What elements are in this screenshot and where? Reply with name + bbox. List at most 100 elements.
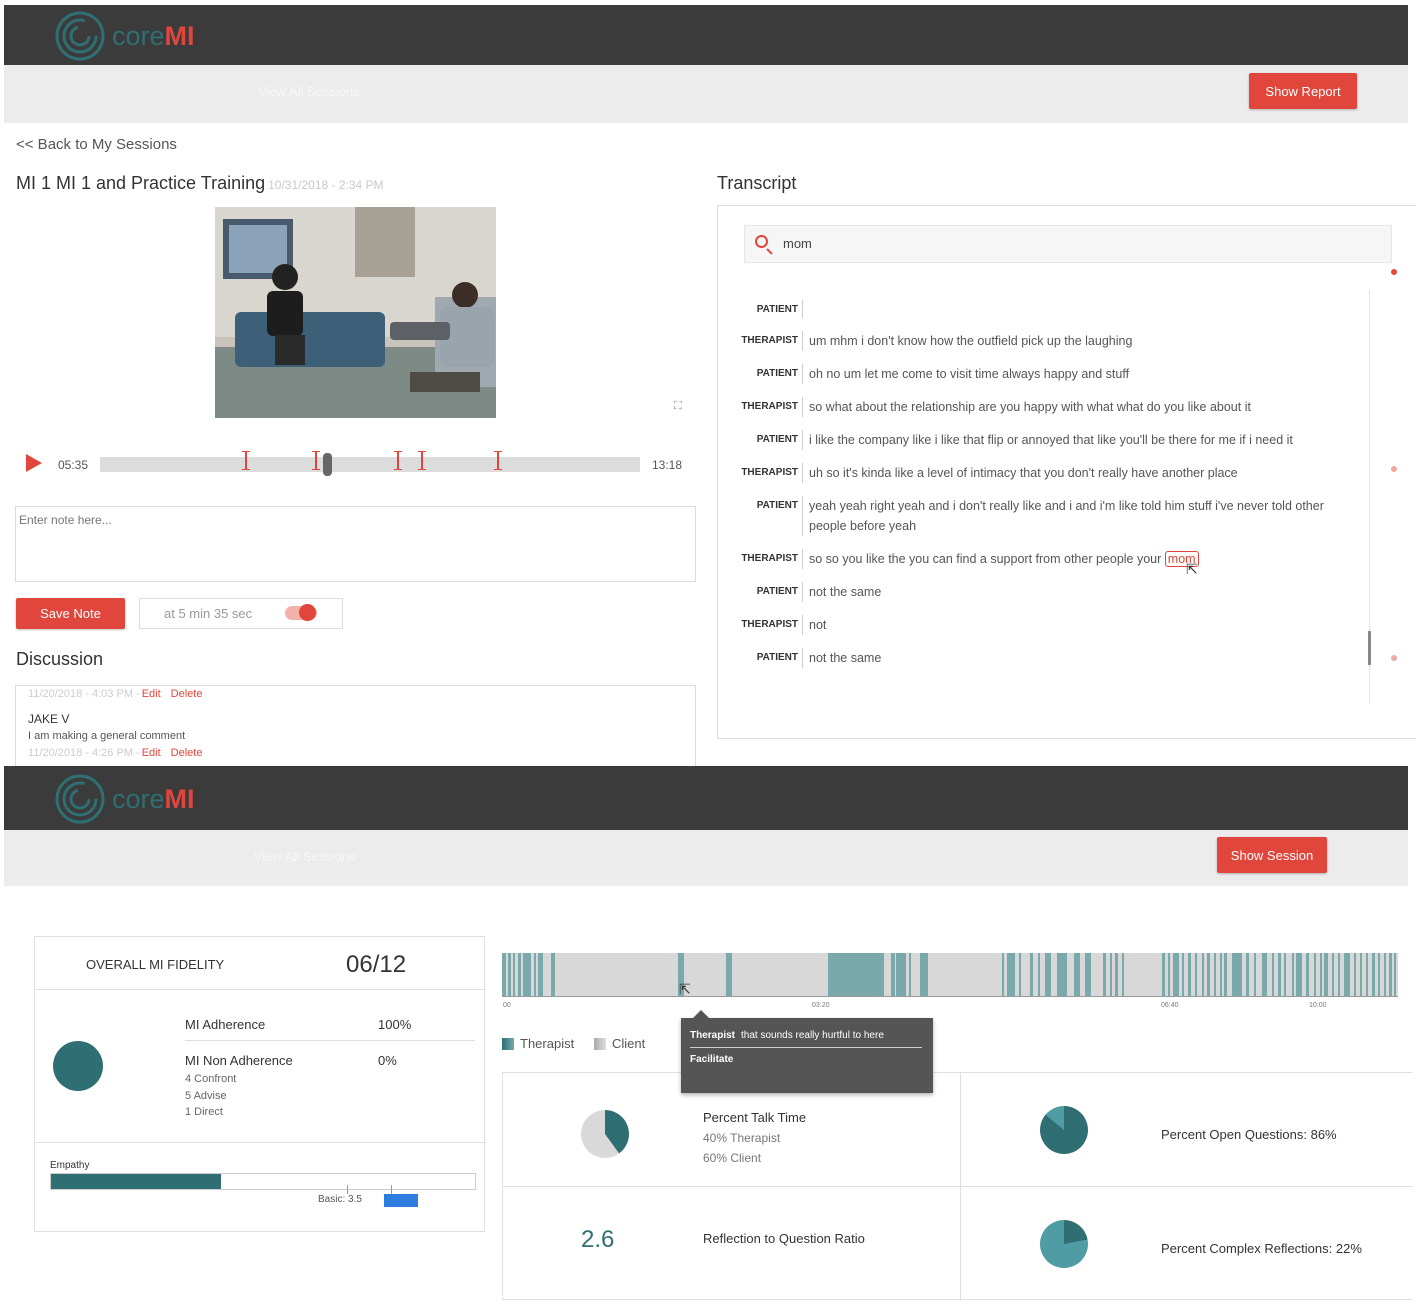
fullscreen-icon[interactable]: ⛶ bbox=[674, 400, 682, 413]
timeline-utterance[interactable] bbox=[1182, 953, 1184, 996]
timeline-utterance[interactable] bbox=[1344, 953, 1350, 996]
timeline-utterance[interactable] bbox=[1232, 953, 1242, 996]
timeline-utterance[interactable] bbox=[828, 953, 884, 996]
view-all-sessions-link[interactable]: View All Sessions bbox=[254, 849, 356, 864]
timeline-utterance[interactable] bbox=[1372, 953, 1375, 996]
timeline-utterance[interactable] bbox=[523, 953, 531, 996]
back-to-sessions-link[interactable]: << Back to My Sessions bbox=[16, 136, 177, 153]
timeline-utterance[interactable] bbox=[551, 953, 555, 996]
timeline-utterance[interactable] bbox=[508, 953, 511, 996]
timeline-utterance[interactable] bbox=[1389, 953, 1392, 996]
timeline-utterance[interactable] bbox=[1394, 953, 1396, 996]
transcript-row[interactable]: PATIENT not the same bbox=[724, 648, 1364, 668]
match-indicator[interactable] bbox=[1391, 655, 1397, 661]
timeline-utterance[interactable] bbox=[1220, 953, 1222, 996]
transcript-row[interactable]: THERAPIST so what about the relationship … bbox=[724, 397, 1364, 417]
timeline-utterance[interactable] bbox=[518, 953, 521, 996]
timeline-utterance[interactable] bbox=[1122, 953, 1124, 996]
timeline-utterance[interactable] bbox=[1366, 953, 1368, 996]
timeline-utterance[interactable] bbox=[1188, 953, 1191, 996]
note-marker[interactable] bbox=[242, 451, 250, 470]
timeline-utterance[interactable] bbox=[1214, 953, 1216, 996]
transcript-scroll-thumb[interactable] bbox=[1368, 631, 1371, 665]
timeline-utterance[interactable] bbox=[1057, 953, 1067, 996]
transcript-row[interactable]: PATIENT not the same bbox=[724, 582, 1364, 602]
transcript-search[interactable] bbox=[744, 225, 1392, 263]
timeline-utterance[interactable] bbox=[1030, 953, 1033, 996]
edit-link[interactable]: Edit bbox=[142, 747, 161, 759]
show-report-button[interactable]: Show Report bbox=[1249, 73, 1357, 109]
transcript-row[interactable]: THERAPIST um mhm i don't know how the out… bbox=[724, 331, 1364, 351]
timeline-utterance[interactable] bbox=[1168, 953, 1170, 996]
timeline-utterance[interactable] bbox=[1338, 953, 1340, 996]
timeline-utterance[interactable] bbox=[1074, 953, 1080, 996]
timeline-utterance[interactable] bbox=[538, 953, 543, 996]
timeline-utterance[interactable] bbox=[1296, 953, 1302, 996]
timeline-utterance[interactable] bbox=[1207, 953, 1210, 996]
timeline-utterance[interactable] bbox=[1224, 953, 1227, 996]
note-marker[interactable] bbox=[494, 451, 502, 470]
play-icon[interactable] bbox=[26, 454, 42, 472]
timeline-utterance[interactable] bbox=[1103, 953, 1106, 996]
timeline-utterance[interactable] bbox=[1324, 953, 1328, 996]
transcript-row[interactable]: THERAPIST uh so it's kinda like a level o… bbox=[724, 463, 1364, 483]
timeline-utterance[interactable] bbox=[891, 953, 895, 996]
timeline-utterance[interactable] bbox=[513, 953, 515, 996]
note-marker[interactable] bbox=[312, 451, 320, 470]
timeline-utterance[interactable] bbox=[896, 953, 906, 996]
timeline-utterance[interactable] bbox=[1314, 953, 1316, 996]
transcript-row[interactable]: PATIENT oh no um let me come to visit tim… bbox=[724, 364, 1364, 384]
timeline-utterance[interactable] bbox=[1278, 953, 1281, 996]
transcript-row[interactable]: THERAPIST not bbox=[724, 615, 1364, 635]
seek-thumb[interactable] bbox=[322, 453, 332, 476]
timeline-utterance[interactable] bbox=[1045, 953, 1051, 996]
video-player[interactable] bbox=[215, 207, 496, 418]
transcript-row[interactable]: PATIENT bbox=[724, 300, 1364, 318]
delete-link[interactable]: Delete bbox=[171, 747, 203, 759]
timeline-utterance[interactable] bbox=[1354, 953, 1356, 996]
timestamp-toggle-knob[interactable] bbox=[299, 604, 316, 621]
timeline-utterance[interactable] bbox=[1332, 953, 1334, 996]
delete-link[interactable]: Delete bbox=[171, 688, 203, 700]
coremi-logo[interactable]: coreMI bbox=[54, 11, 195, 61]
talk-timeline[interactable] bbox=[502, 953, 1398, 996]
timeline-utterance[interactable] bbox=[1306, 953, 1309, 996]
transcript-row[interactable]: PATIENT i like the company like i like th… bbox=[724, 430, 1364, 450]
timeline-utterance[interactable] bbox=[502, 953, 506, 996]
timeline-utterance[interactable] bbox=[1019, 953, 1021, 996]
timeline-utterance[interactable] bbox=[534, 953, 536, 996]
seek-bar[interactable] bbox=[100, 451, 640, 476]
transcript-search-input[interactable] bbox=[783, 236, 1343, 251]
timeline-utterance[interactable] bbox=[1038, 953, 1040, 996]
note-input[interactable] bbox=[15, 506, 696, 582]
timeline-utterance[interactable] bbox=[909, 953, 911, 996]
timeline-utterance[interactable] bbox=[920, 953, 928, 996]
save-note-button[interactable]: Save Note bbox=[16, 598, 125, 629]
transcript-row[interactable]: THERAPIST so so you like the you can find… bbox=[724, 549, 1364, 569]
edit-link[interactable]: Edit bbox=[142, 688, 161, 700]
timeline-utterance[interactable] bbox=[726, 953, 732, 996]
timeline-utterance[interactable] bbox=[1384, 953, 1386, 996]
timeline-utterance[interactable] bbox=[1262, 953, 1267, 996]
timeline-utterance[interactable] bbox=[1202, 953, 1204, 996]
timeline-utterance[interactable] bbox=[1292, 953, 1294, 996]
show-session-button[interactable]: Show Session bbox=[1217, 837, 1327, 873]
timeline-utterance[interactable] bbox=[1378, 953, 1380, 996]
match-indicator[interactable] bbox=[1391, 466, 1397, 472]
timeline-utterance[interactable] bbox=[1002, 953, 1004, 996]
timeline-utterance[interactable] bbox=[1284, 953, 1286, 996]
match-indicator[interactable] bbox=[1391, 269, 1397, 275]
timeline-utterance[interactable] bbox=[1085, 953, 1091, 996]
timeline-utterance[interactable] bbox=[1360, 953, 1362, 996]
timeline-utterance[interactable] bbox=[1173, 953, 1179, 996]
transcript-row[interactable]: PATIENT yeah yeah right yeah and i don't … bbox=[724, 496, 1364, 536]
timeline-utterance[interactable] bbox=[1007, 953, 1015, 996]
timeline-utterance[interactable] bbox=[1162, 953, 1165, 996]
note-marker[interactable] bbox=[418, 451, 426, 470]
timeline-utterance[interactable] bbox=[1110, 953, 1112, 996]
timeline-utterance[interactable] bbox=[1254, 953, 1256, 996]
timeline-utterance[interactable] bbox=[1272, 953, 1274, 996]
timeline-utterance[interactable] bbox=[1320, 953, 1322, 996]
note-marker[interactable] bbox=[394, 451, 402, 470]
timeline-utterance[interactable] bbox=[1195, 953, 1197, 996]
